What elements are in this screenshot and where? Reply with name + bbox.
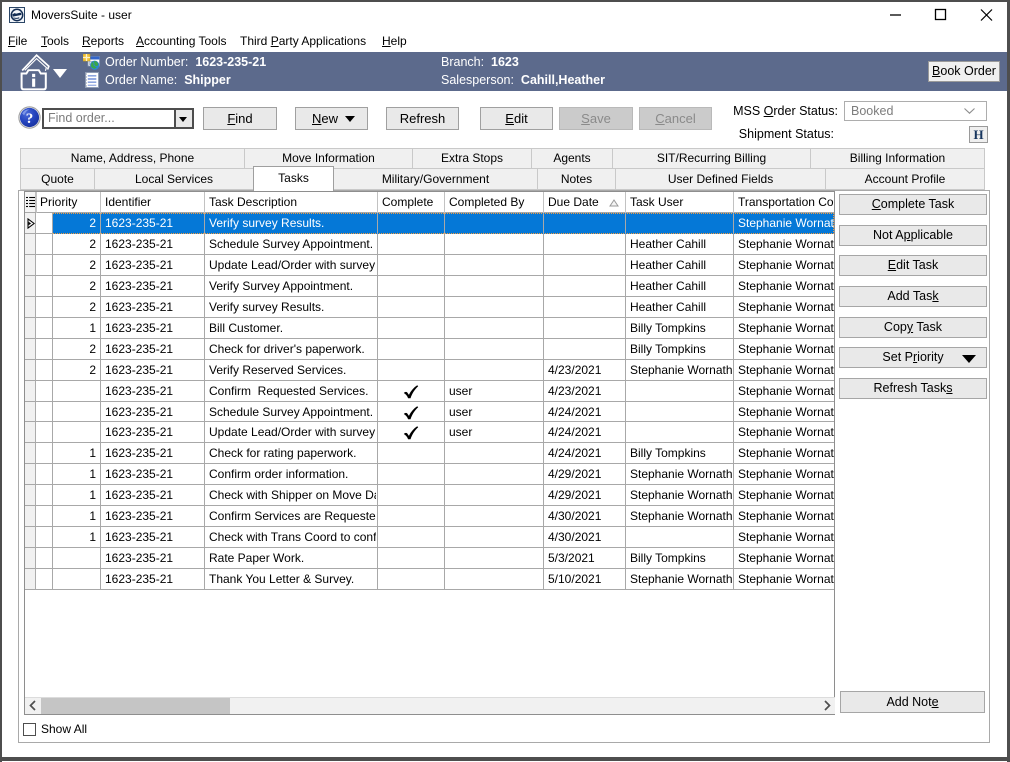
svg-text:?: ? xyxy=(26,111,34,127)
